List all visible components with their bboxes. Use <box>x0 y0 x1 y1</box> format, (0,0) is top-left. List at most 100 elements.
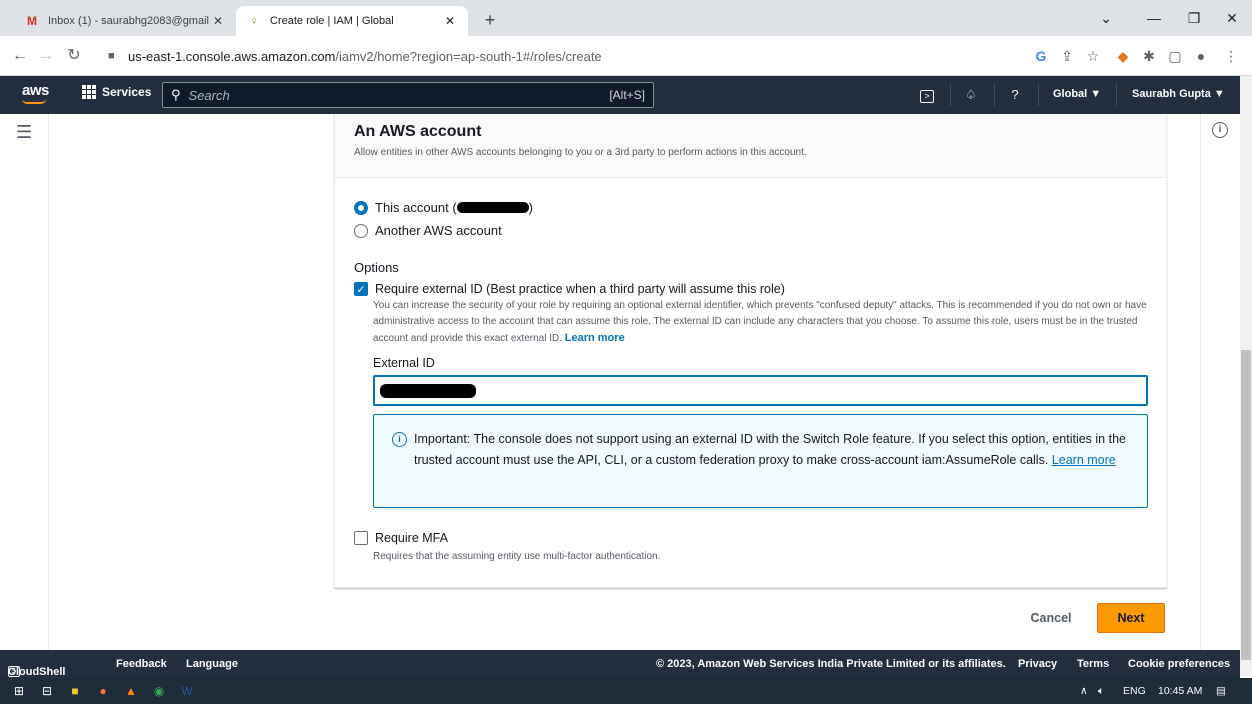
copyright-text: © 2023, Amazon Web Services India Privat… <box>656 658 1006 670</box>
language-link[interactable]: Language <box>186 658 238 670</box>
close-icon[interactable]: ✕ <box>210 14 226 28</box>
nav-divider <box>994 84 995 106</box>
nav-divider <box>950 84 951 106</box>
search-shortcut: [Alt+S] <box>609 88 645 102</box>
card-title: An AWS account <box>354 123 482 140</box>
nav-divider <box>1038 84 1039 106</box>
radio-another-account[interactable]: Another AWS account <box>354 223 502 238</box>
services-label: Services <box>102 85 152 99</box>
checkbox-label: Require MFA <box>375 531 448 545</box>
card-description: Allow entities in other AWS accounts bel… <box>354 147 807 158</box>
word-icon[interactable]: W <box>178 682 196 700</box>
radio-label-close: ) <box>528 200 533 215</box>
minimize-icon[interactable]: — <box>1136 6 1172 30</box>
redacted-account-id <box>456 202 529 213</box>
profile-avatar[interactable]: ● <box>1190 46 1212 68</box>
privacy-link[interactable]: Privacy <box>1018 658 1057 670</box>
extensions-icon[interactable]: ✱ <box>1138 46 1160 68</box>
services-menu-button[interactable]: Services <box>82 85 151 99</box>
cloudshell-label: CloudShell <box>8 666 66 678</box>
trusted-entity-card: An AWS account Allow entities in other A… <box>334 114 1167 588</box>
sidebar-divider <box>48 114 49 650</box>
info-learn-more-link[interactable]: Learn more <box>1052 453 1116 467</box>
browser-menu-icon[interactable]: ⋮ <box>1220 46 1242 68</box>
window-close-icon[interactable]: ✕ <box>1214 6 1250 30</box>
next-button[interactable]: Next <box>1097 603 1165 633</box>
tray-chevron-icon[interactable]: ∧ <box>1080 685 1088 697</box>
chrome-icon[interactable]: ◉ <box>150 682 168 700</box>
close-icon[interactable]: ✕ <box>442 14 458 28</box>
bookmark-star-icon[interactable]: ☆ <box>1082 46 1104 68</box>
info-alert-text: Important: The console does not support … <box>414 429 1131 507</box>
help-text: You can increase the security of your ro… <box>373 300 1147 344</box>
aws-footer: > CloudShell Feedback Language © 2023, Am… <box>0 650 1240 678</box>
radio-button[interactable] <box>354 223 368 238</box>
metamask-icon[interactable]: ◆ <box>1112 46 1134 68</box>
address-bar: ← → ↻ ■ us-east-1.console.aws.amazon.com… <box>0 36 1252 76</box>
cancel-button[interactable]: Cancel <box>1021 604 1081 632</box>
browser-tab-strip: M Inbox (1) - saurabhg2083@gmail ✕ ♀ Cre… <box>0 0 1252 36</box>
gmail-icon: M <box>27 14 37 28</box>
tools-divider <box>1200 114 1201 650</box>
external-id-label: External ID <box>373 356 435 370</box>
tab-title: Create role | IAM | Global <box>270 15 394 27</box>
share-icon[interactable]: ⇪ <box>1056 46 1078 68</box>
url-field[interactable]: ■ us-east-1.console.aws.amazon.com/iamv2… <box>108 42 1008 70</box>
require-external-id-checkbox[interactable]: ✓ Require external ID (Best practice whe… <box>354 282 785 296</box>
terms-link[interactable]: Terms <box>1077 658 1109 670</box>
mfa-help-text: Requires that the assuming entity use mu… <box>373 551 661 562</box>
file-explorer-icon[interactable]: ■ <box>66 682 84 700</box>
checkbox-label: Require external ID (Best practice when … <box>375 282 785 296</box>
cookie-preferences-link[interactable]: Cookie preferences <box>1128 658 1230 670</box>
external-id-input[interactable] <box>373 375 1148 406</box>
new-tab-button[interactable]: + <box>478 9 502 33</box>
restore-icon[interactable]: ❐ <box>1176 6 1212 30</box>
iam-key-icon: ♀ <box>249 14 259 28</box>
tab-search-icon[interactable]: ⌄ <box>1088 6 1124 30</box>
forward-icon[interactable]: → <box>34 44 58 68</box>
require-mfa-checkbox[interactable]: Require MFA <box>354 531 448 545</box>
search-bar[interactable]: ⚲ [Alt+S] <box>162 82 654 108</box>
radio-this-account[interactable]: This account ( ) <box>354 200 533 215</box>
help-icon[interactable]: ? <box>1005 86 1025 106</box>
side-panel-icon[interactable]: ▢ <box>1164 46 1186 68</box>
region-selector[interactable]: Global ▼ <box>1053 88 1101 100</box>
info-panel-icon[interactable]: i <box>1212 122 1228 138</box>
notifications-bell-icon[interactable]: ♤ <box>961 86 981 106</box>
language-indicator[interactable]: ENG <box>1123 685 1146 697</box>
hamburger-menu-icon[interactable]: ☰ <box>16 122 32 143</box>
checkbox-checked[interactable]: ✓ <box>354 282 368 296</box>
task-view-icon[interactable]: ⊟ <box>38 682 56 700</box>
firefox-icon[interactable]: ● <box>94 682 112 700</box>
checkbox-unchecked[interactable] <box>354 531 368 545</box>
back-icon[interactable]: ← <box>8 44 32 68</box>
learn-more-link[interactable]: Learn more <box>565 332 625 344</box>
feedback-link[interactable]: Feedback <box>116 658 167 670</box>
external-id-help-text: You can increase the security of your ro… <box>373 298 1151 347</box>
volume-icon[interactable]: 🔈︎ <box>1098 685 1104 698</box>
clock[interactable]: 10:45 AM <box>1158 685 1202 697</box>
reload-icon[interactable]: ↻ <box>62 44 86 68</box>
account-menu[interactable]: Saurabh Gupta ▼ <box>1132 88 1225 100</box>
tab-create-role[interactable]: ♀ Create role | IAM | Global ✕ <box>236 6 468 36</box>
google-icon[interactable]: G <box>1030 46 1052 68</box>
aws-smile-icon <box>22 99 46 104</box>
aws-logo-text: aws <box>22 82 49 99</box>
cloudshell-icon[interactable]: > <box>917 86 937 106</box>
info-alert: i Important: The console does not suppor… <box>373 414 1148 508</box>
radio-label: This account ( <box>375 200 457 215</box>
search-icon: ⚲ <box>171 87 181 102</box>
search-input[interactable] <box>188 87 610 103</box>
aws-logo[interactable]: aws <box>22 82 49 104</box>
nav-divider <box>1116 84 1117 106</box>
scrollbar-thumb[interactable] <box>1241 350 1251 660</box>
windows-start-icon[interactable]: ⊞ <box>10 682 28 700</box>
tab-gmail[interactable]: M Inbox (1) - saurabhg2083@gmail ✕ <box>14 6 236 36</box>
radio-button-selected[interactable] <box>354 200 368 215</box>
vlc-icon[interactable]: ▲ <box>122 682 140 700</box>
notifications-icon[interactable]: ▤ <box>1216 685 1226 697</box>
redacted-external-id <box>380 383 476 398</box>
url-host: us-east-1.console.aws.amazon.com <box>128 48 336 64</box>
services-grid-icon <box>82 85 96 99</box>
windows-taskbar: ⊞ ⊟ ■ ● ▲ ◉ W ∧ 🔈︎ ENG 10:45 AM ▤ <box>0 678 1252 704</box>
